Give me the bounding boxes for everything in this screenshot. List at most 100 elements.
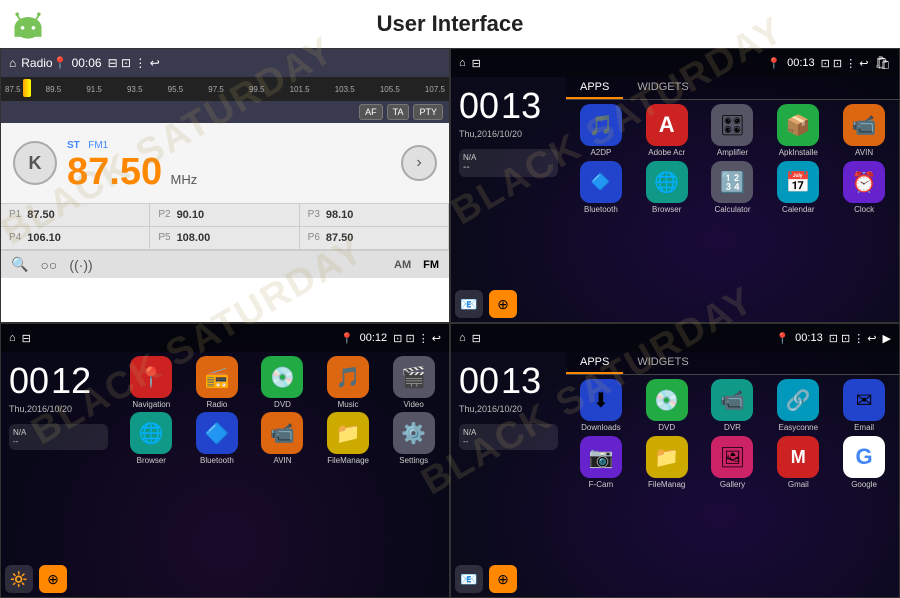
app-gallery[interactable]: 🖼 Gallery [702, 436, 764, 489]
app-calculator[interactable]: 🔢 Calculator [702, 161, 764, 214]
radio-eq-icon[interactable]: ○○ [40, 257, 57, 273]
home-icon2[interactable]: ⌂ [459, 57, 466, 69]
screen2-icon2: ⊟ [472, 57, 481, 70]
app-avin[interactable]: 📹 AVIN [833, 104, 895, 157]
screen3-dock2[interactable]: ⊕ [39, 565, 67, 593]
radio-bottom: 🔍 ○○ ((·)) AM FM [1, 250, 449, 278]
avin2-icon: 📹 [261, 412, 303, 454]
screen3-weather: N/A-- [9, 424, 108, 450]
app-filemanag[interactable]: 📁 FileManag [636, 436, 698, 489]
downloads-icon: ⬇ [580, 379, 622, 421]
google-icon: G [843, 436, 885, 478]
filemanager-label: FileManage [327, 456, 369, 465]
app-dvr[interactable]: 📹 DVR [702, 379, 764, 432]
radio-top-bar: ⌂ Radio 📍 00:06 ⊟ ⊡ ⋮ ↩ [1, 49, 449, 77]
tab-widgets4[interactable]: WIDGETS [623, 352, 702, 374]
video-label: Video [404, 400, 424, 409]
app-apkinstaller[interactable]: 📦 ApkInstalle [767, 104, 829, 157]
app-calendar[interactable]: 📅 Calendar [767, 161, 829, 214]
app-gmail[interactable]: M Gmail [767, 436, 829, 489]
app-browser[interactable]: 🌐 Browser [636, 161, 698, 214]
app-email[interactable]: ✉ Email [833, 379, 895, 432]
clock-label: Clock [854, 205, 874, 214]
radio-freq-bar: 87.589.591.593.595.5 97.599.5101.5103.51… [1, 77, 449, 101]
home-icon4[interactable]: ⌂ [459, 332, 466, 344]
af-button[interactable]: AF [359, 104, 383, 120]
search-icon[interactable]: 🔍 [11, 256, 28, 273]
location-icon3: 📍 [340, 332, 354, 345]
apkinstaller-label: ApkInstalle [779, 148, 818, 157]
filemanager-icon: 📁 [327, 412, 369, 454]
app-music[interactable]: 🎵 Music [317, 356, 380, 409]
preset-2[interactable]: P290.10 [150, 204, 299, 227]
preset-6[interactable]: P687.50 [300, 227, 449, 250]
screen4-icons: ⊡ ⊡ ⋮ ↩ [829, 332, 877, 345]
am-mode[interactable]: AM [394, 259, 411, 271]
settings-label: Settings [399, 456, 428, 465]
app-dvd2[interactable]: 💿 DVD [636, 379, 698, 432]
screen2-date: Thu,2016/10/20 [459, 129, 558, 139]
app-clock[interactable]: ⏰ Clock [833, 161, 895, 214]
app-fcam[interactable]: 📷 F-Cam [570, 436, 632, 489]
app-bluetooth2[interactable]: 🔷 Bluetooth [186, 412, 249, 465]
app-video[interactable]: 🎬 Video [382, 356, 445, 409]
radio-mode: AM FM [394, 259, 439, 271]
weather-widget: N/A -- [459, 149, 558, 177]
gmail-label: Gmail [788, 480, 809, 489]
radio-next-button[interactable]: › [401, 145, 437, 181]
home-icon3[interactable]: ⌂ [9, 332, 16, 344]
home-icon[interactable]: ⌂ [9, 56, 16, 70]
radio-icons: ⊟ ⊡ ⋮ ↩ [108, 56, 160, 70]
radio-mhz: MHz [171, 172, 198, 187]
app-amplifier[interactable]: 🎛 Amplifier [702, 104, 764, 157]
tab-widgets[interactable]: WIDGETS [623, 77, 702, 99]
filemanag-label: FileManag [648, 480, 685, 489]
app-filemanager[interactable]: 📁 FileManage [317, 412, 380, 465]
screen-grid: ⌂ Radio 📍 00:06 ⊟ ⊡ ⋮ ↩ 87.589.591.593.5… [0, 48, 900, 598]
apps-grid: 🎵 A2DP A Adobe Acr 🎛 Amplifier 📦 [566, 100, 899, 218]
dock-icon2[interactable]: ⊕ [489, 290, 517, 318]
screen4-weather: N/A-- [459, 424, 558, 450]
play-icon: ▶ [883, 332, 891, 345]
radio-app-icon: 📻 [196, 356, 238, 398]
app-google[interactable]: G Google [833, 436, 895, 489]
clock-icon: ⏰ [843, 161, 885, 203]
pty-button[interactable]: PTY [413, 104, 443, 120]
email-icon: ✉ [843, 379, 885, 421]
app-bluetooth[interactable]: 🔷 Bluetooth [570, 161, 632, 214]
app-downloads[interactable]: ⬇ Downloads [570, 379, 632, 432]
preset-5[interactable]: P5108.00 [150, 227, 299, 250]
app-avin2[interactable]: 📹 AVIN [251, 412, 314, 465]
screen4-dock1[interactable]: 📧 [455, 565, 483, 593]
screen3-dock1[interactable]: 🔆 [5, 565, 33, 593]
screen4-dock2[interactable]: ⊕ [489, 565, 517, 593]
app-settings[interactable]: ⚙️ Settings [382, 412, 445, 465]
bluetooth2-label: Bluetooth [200, 456, 234, 465]
screen4-apps-panel: APPS WIDGETS ⬇ Downloads 💿 DVD [566, 352, 899, 597]
dock-icon1[interactable]: 📧 [455, 290, 483, 318]
app-easyconnect[interactable]: 🔗 Easyconne [767, 379, 829, 432]
fm-mode[interactable]: FM [423, 259, 439, 271]
screen2-hour: 00 [459, 85, 499, 127]
location-icon2: 📍 [767, 57, 781, 70]
ta-button[interactable]: TA [387, 104, 410, 120]
screen3-apps-panel: 📍 Navigation 📻 Radio 💿 DVD 🎵 [116, 352, 449, 597]
radio-wave-icon[interactable]: ((·)) [69, 257, 92, 273]
preset-1[interactable]: P187.50 [1, 204, 150, 227]
tab-apps[interactable]: APPS [566, 77, 623, 99]
radio-main: K ST FM1 87.50 MHz › [1, 123, 449, 203]
app-browser2[interactable]: 🌐 Browser [120, 412, 183, 465]
navigation-label: Navigation [132, 400, 170, 409]
easyconnect-label: Easyconne [778, 423, 818, 432]
app-dvd[interactable]: 💿 DVD [251, 356, 314, 409]
settings-icon: ⚙️ [393, 412, 435, 454]
screen-more-apps: ⌂ ⊟ 📍 00:13 ⊡ ⊡ ⋮ ↩ ▶ 00 13 Thu,2016/10/… [450, 323, 900, 598]
app-adobe[interactable]: A Adobe Acr [636, 104, 698, 157]
preset-4[interactable]: P4106.10 [1, 227, 150, 250]
app-radio[interactable]: 📻 Radio [186, 356, 249, 409]
app-navigation[interactable]: 📍 Navigation [120, 356, 183, 409]
app-a2dp[interactable]: 🎵 A2DP [570, 104, 632, 157]
filemanag-icon: 📁 [646, 436, 688, 478]
preset-3[interactable]: P398.10 [300, 204, 449, 227]
tab-apps4[interactable]: APPS [566, 352, 623, 374]
